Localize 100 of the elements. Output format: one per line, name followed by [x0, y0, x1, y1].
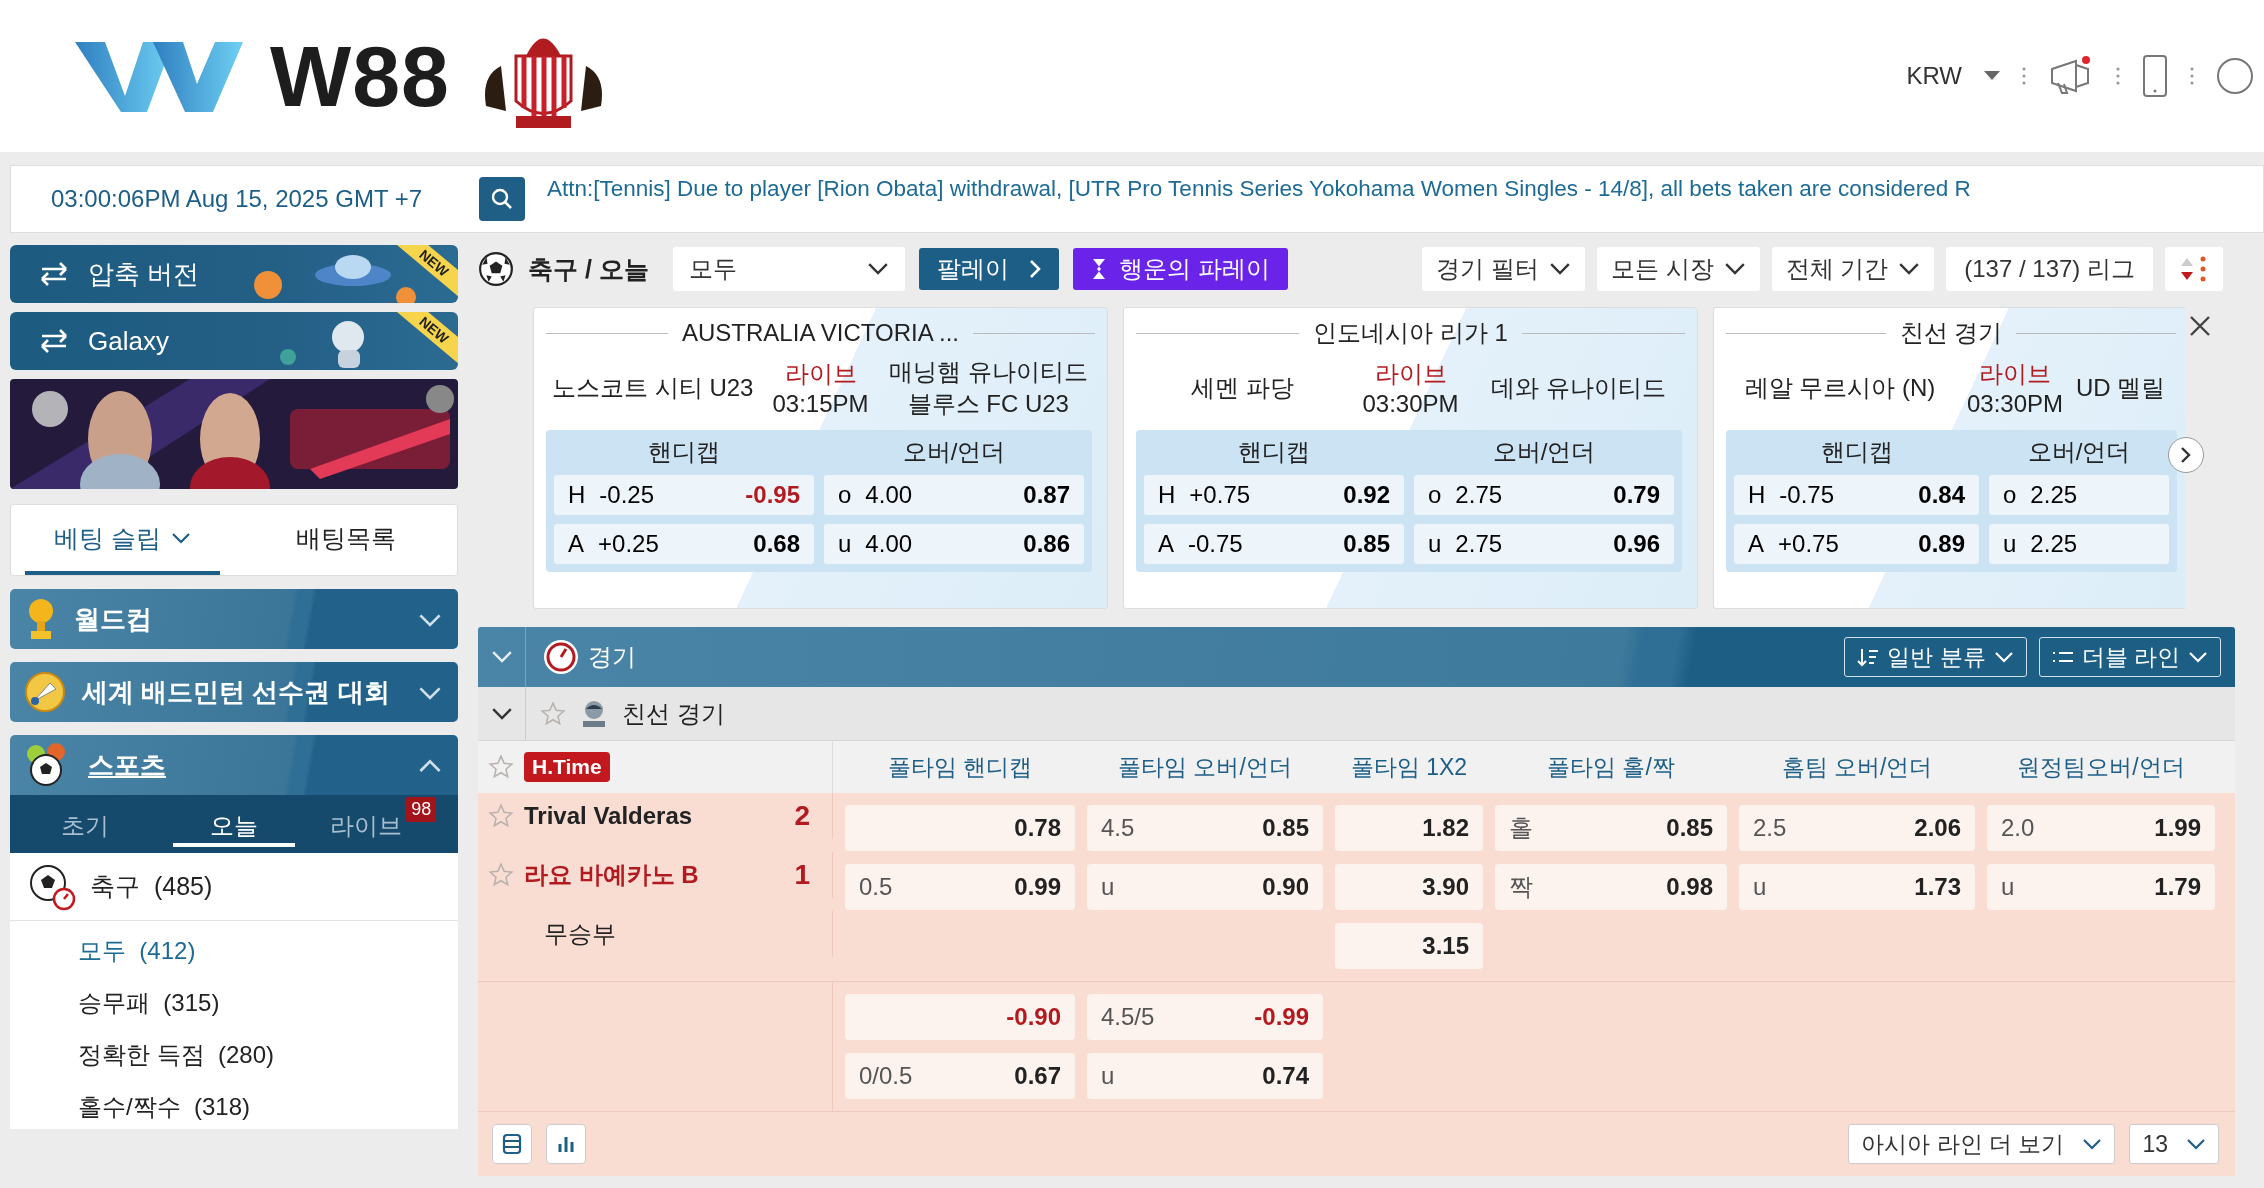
search-button[interactable]: [479, 177, 525, 221]
odds-button[interactable]: A -0.75 0.85: [1144, 524, 1404, 564]
league-name: 친선 경기: [622, 698, 725, 729]
more-lines-dropdown[interactable]: 아시아 라인 더 보기: [1848, 1124, 2116, 1164]
draw-label: 무승부: [543, 919, 616, 949]
odds-button[interactable]: 2.5 2.06: [1739, 805, 1975, 851]
odds-button[interactable]: 0/0.5 0.67: [845, 1053, 1075, 1099]
column-header: 홈팀 오버/언더: [1780, 752, 1934, 782]
next-arrow-button[interactable]: [2168, 437, 2204, 473]
odds-button[interactable]: 홀 0.85: [1495, 805, 1727, 851]
odds-button[interactable]: o 2.75 0.79: [1414, 475, 1674, 515]
odds-button[interactable]: A +0.25 0.68: [554, 524, 814, 564]
chevron-right-icon: [2180, 446, 2192, 464]
odds-button[interactable]: H -0.25 -0.95: [554, 475, 814, 515]
odds-button[interactable]: 3.15: [1335, 923, 1483, 969]
odds-button[interactable]: 0.5 0.99: [845, 864, 1075, 910]
parlay-button[interactable]: 팔레이: [918, 248, 1059, 290]
odds-button[interactable]: H -0.75 0.84: [1734, 475, 1979, 515]
market-item[interactable]: 승무패 (315): [10, 981, 458, 1025]
filter-dropdown[interactable]: 전체 기간: [1771, 247, 1935, 291]
odds-button[interactable]: u 0.74: [1087, 1053, 1323, 1099]
swap-icon: [38, 328, 70, 354]
sort-icon: [1857, 647, 1880, 667]
market-item[interactable]: 정확한 득점 (280): [10, 1033, 458, 1077]
club-icon: [580, 698, 608, 729]
column-header: 원정팀오버/언더: [2016, 752, 2186, 782]
chevron-down-icon: [1723, 262, 1746, 276]
category-header[interactable]: 세계 배드민턴 선수권 대회: [10, 662, 458, 722]
odds-button[interactable]: 4.5 0.85: [1087, 805, 1323, 851]
chevron-down-icon: [1898, 262, 1921, 276]
dots-separator-icon: [2116, 66, 2120, 86]
chevron-down-icon: [170, 532, 191, 544]
chevron-up-icon: [418, 759, 442, 774]
sport-tab[interactable]: 초기: [24, 795, 146, 847]
star-icon[interactable]: [488, 803, 514, 829]
match-card[interactable]: 인도네시아 리가 1 세멘 파당 라이브 03:30PM 데와 유나이티드 핸디캡 오버/언더 H +0.75 0.92 o 2.75 0.79 A -0.75 0.85 u 2.75 0.96: [1123, 307, 1698, 609]
star-icon[interactable]: [488, 754, 514, 780]
category-header[interactable]: 월드컵: [10, 589, 458, 649]
odds-button[interactable]: u 2.75 0.96: [1414, 524, 1674, 564]
odds-button[interactable]: 4.5/5 -0.99: [1087, 994, 1323, 1040]
market-item[interactable]: 홀수/짝수 (318): [10, 1085, 458, 1129]
column-header: 풀타임 홀/짝: [1546, 752, 1676, 782]
currency-dropdown[interactable]: KRW: [1906, 62, 2000, 90]
chevron-down-icon: [490, 650, 513, 664]
live-count-badge: 98: [406, 797, 437, 822]
phone-icon[interactable]: [2142, 54, 2168, 98]
odds-button[interactable]: u 2.25: [1989, 524, 2169, 564]
sort-icon[interactable]: [2165, 247, 2223, 291]
page-size-dropdown[interactable]: 13: [2129, 1124, 2219, 1164]
odds-button[interactable]: u 1.79: [1987, 864, 2215, 910]
odds-button[interactable]: -0.90: [845, 994, 1075, 1040]
lucky-parlay-button[interactable]: 행운의 파레이: [1072, 248, 1288, 290]
chevron-right-icon: [1028, 259, 1041, 279]
filter-dropdown[interactable]: 모든 시장: [1596, 247, 1760, 291]
list-icon: [2051, 649, 2074, 665]
category-header[interactable]: 스포츠: [10, 735, 458, 795]
chevron-down-icon: [2188, 651, 2208, 663]
odds-button[interactable]: 2.0 1.99: [1987, 805, 2215, 851]
slip-tab[interactable]: 배팅목록: [248, 505, 443, 575]
caret-icon: [1984, 71, 2000, 81]
sort-dropdown[interactable]: 일반 분류: [1844, 637, 2027, 677]
odds-button[interactable]: A +0.75 0.89: [1734, 524, 1979, 564]
slip-tab[interactable]: 베팅 슬립: [25, 505, 220, 575]
odds-button[interactable]: u 1.73: [1739, 864, 1975, 910]
filter-dropdown[interactable]: 경기 필터: [1422, 247, 1585, 291]
odds-button[interactable]: u 0.90: [1087, 864, 1323, 910]
profile-icon[interactable]: [2216, 57, 2254, 95]
odds-button[interactable]: o 4.00 0.87: [824, 475, 1084, 515]
team-name: Trival Valderas: [524, 802, 694, 830]
market-item[interactable]: 모두 (412): [10, 929, 458, 973]
sport-tab[interactable]: 오늘: [173, 795, 295, 847]
odds-button[interactable]: 짝 0.98: [1495, 864, 1727, 910]
market-dropdown[interactable]: 모두: [672, 247, 905, 291]
star-icon[interactable]: [488, 862, 514, 888]
sport-row[interactable]: 축구 (485): [10, 853, 458, 921]
odds-button[interactable]: o 2.25: [1989, 475, 2169, 515]
market-title: 핸디캡: [1237, 437, 1311, 466]
odds-button[interactable]: H +0.75 0.92: [1144, 475, 1404, 515]
list-view-icon[interactable]: [492, 1124, 532, 1164]
away-team: 매닝햄 유나이티드 블루스 FC U23: [887, 357, 1089, 419]
dots-separator-icon: [2022, 66, 2026, 86]
league-name: 친선 경기: [1899, 318, 2003, 348]
search-icon: [490, 187, 514, 211]
column-header: 풀타임 오버/언더: [1117, 752, 1293, 782]
star-icon[interactable]: [540, 700, 566, 727]
home-team: 노스코트 시티 U23: [551, 373, 755, 403]
market-title: 오버/언더: [1491, 437, 1597, 466]
odds-button[interactable]: 3.90: [1335, 864, 1483, 910]
section-title: 경기: [588, 642, 636, 672]
odds-button[interactable]: 1.82: [1335, 805, 1483, 851]
sport-tab[interactable]: 라이브 98: [322, 795, 444, 847]
odds-button[interactable]: u 4.00 0.86: [824, 524, 1084, 564]
chevron-down-icon: [866, 262, 889, 276]
news-ticker: Attn:[Tennis] Due to player [Rion Obata] withdrawal, [UTR Pro Tennis Series Yokohama Women Singles - 14/8], all bets taken are considered R: [547, 175, 1971, 202]
match-time: 라이브 03:15PM: [771, 359, 870, 418]
team-score: 1: [794, 859, 810, 891]
line-dropdown[interactable]: 더블 라인: [2038, 637, 2221, 677]
odds-button[interactable]: 0.78: [845, 805, 1075, 851]
bar-chart-icon[interactable]: [546, 1124, 586, 1164]
page-title: 축구 / 오늘: [528, 253, 649, 285]
